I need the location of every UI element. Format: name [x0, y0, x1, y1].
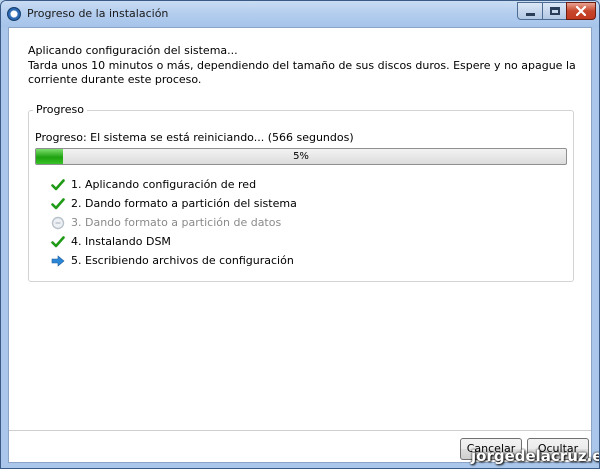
- close-button[interactable]: [566, 2, 596, 20]
- step-item: 4. Instalando DSM: [51, 232, 297, 251]
- progress-group-label: Progreso: [33, 103, 87, 116]
- step-label: 5. Escribiendo archivos de configuración: [71, 254, 294, 267]
- installation-steps: 1. Aplicando configuración de red 2. Dand…: [51, 175, 297, 270]
- minimize-icon: [525, 13, 535, 16]
- progress-status-text: Progreso: El sistema se está reiniciando…: [35, 131, 354, 144]
- installation-progress-window: Progreso de la instalación Aplicando con…: [0, 0, 600, 469]
- status-description: Tarda unos 10 minutos o más, dependiendo…: [28, 59, 576, 86]
- step-item: 2. Dando formato a partición del sistema: [51, 194, 297, 213]
- close-icon: [576, 6, 586, 16]
- status-heading: Aplicando configuración del sistema...: [28, 44, 238, 57]
- step-item: 3. Dando formato a partición de datos: [51, 213, 297, 232]
- watermark-text: jorgedelacruz.es: [471, 447, 600, 465]
- title-bar[interactable]: Progreso de la instalación: [1, 1, 599, 27]
- window-title: Progreso de la instalación: [27, 7, 169, 20]
- check-icon: [51, 197, 65, 211]
- button-separator: [9, 430, 591, 431]
- pending-icon: [51, 216, 65, 230]
- step-item: 5. Escribiendo archivos de configuración: [51, 251, 297, 270]
- step-label: 3. Dando formato a partición de datos: [71, 216, 282, 229]
- step-label: 4. Instalando DSM: [71, 235, 171, 248]
- maximize-icon: [549, 7, 560, 15]
- step-label: 1. Aplicando configuración de red: [71, 178, 257, 191]
- step-item: 1. Aplicando configuración de red: [51, 175, 297, 194]
- progress-percent: 5%: [293, 151, 309, 162]
- progress-bar: 5%: [35, 148, 567, 165]
- step-label: 2. Dando formato a partición del sistema: [71, 197, 297, 210]
- dialog-content: Aplicando configuración del sistema... T…: [8, 27, 592, 463]
- progress-groupbox: Progreso Progreso: El sistema se está re…: [28, 103, 574, 282]
- check-icon: [51, 178, 65, 192]
- arrow-right-icon: [51, 254, 65, 268]
- check-icon: [51, 235, 65, 249]
- app-icon: [7, 7, 21, 21]
- minimize-button[interactable]: [517, 2, 543, 20]
- maximize-button[interactable]: [542, 2, 567, 20]
